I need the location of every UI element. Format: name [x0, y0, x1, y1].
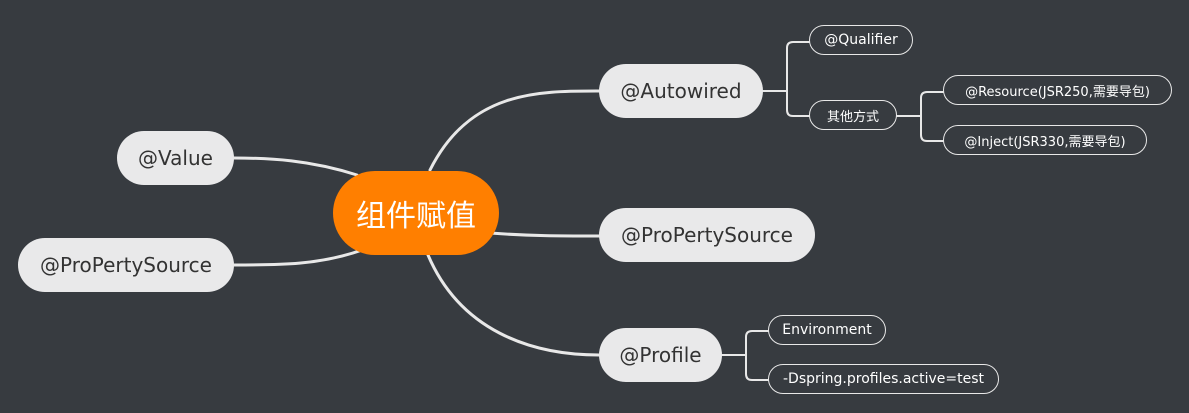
link-autowired	[428, 89, 601, 172]
link-other	[786, 90, 810, 117]
subtopic-other-methods[interactable]: 其他方式	[809, 100, 897, 130]
subtopic-environment[interactable]: Environment	[768, 315, 886, 345]
topic-propertysource-left[interactable]: @ProPertySource	[18, 238, 234, 292]
topic-profile[interactable]: @Profile	[599, 328, 722, 382]
subtopic-dspring-profiles[interactable]: -Dspring.profiles.active=test	[768, 364, 999, 394]
connector-lines	[232, 41, 944, 381]
link-value	[232, 156, 359, 177]
link-dspring	[745, 354, 769, 381]
link-pps-left	[232, 248, 364, 267]
topic-autowired[interactable]: @Autowired	[599, 64, 763, 118]
subtopic-qualifier[interactable]: @Qualifier	[809, 25, 913, 55]
link-pps-right	[488, 231, 601, 238]
subtopic-inject[interactable]: @Inject(JSR330,需要导包)	[943, 125, 1147, 155]
link-profile	[426, 253, 601, 357]
topic-propertysource-right[interactable]: @ProPertySource	[599, 208, 815, 262]
subtopic-resource[interactable]: @Resource(JSR250,需要导包)	[943, 75, 1172, 105]
topic-value[interactable]: @Value	[117, 131, 234, 185]
link-qualifier	[762, 41, 810, 92]
link-inject	[920, 115, 944, 142]
central-topic[interactable]: 组件赋值	[333, 171, 499, 255]
link-environment	[721, 330, 769, 356]
link-resource	[896, 91, 944, 117]
mind-map-canvas: 组件赋值 @Value @ProPertySource @Autowired @…	[0, 0, 1189, 413]
